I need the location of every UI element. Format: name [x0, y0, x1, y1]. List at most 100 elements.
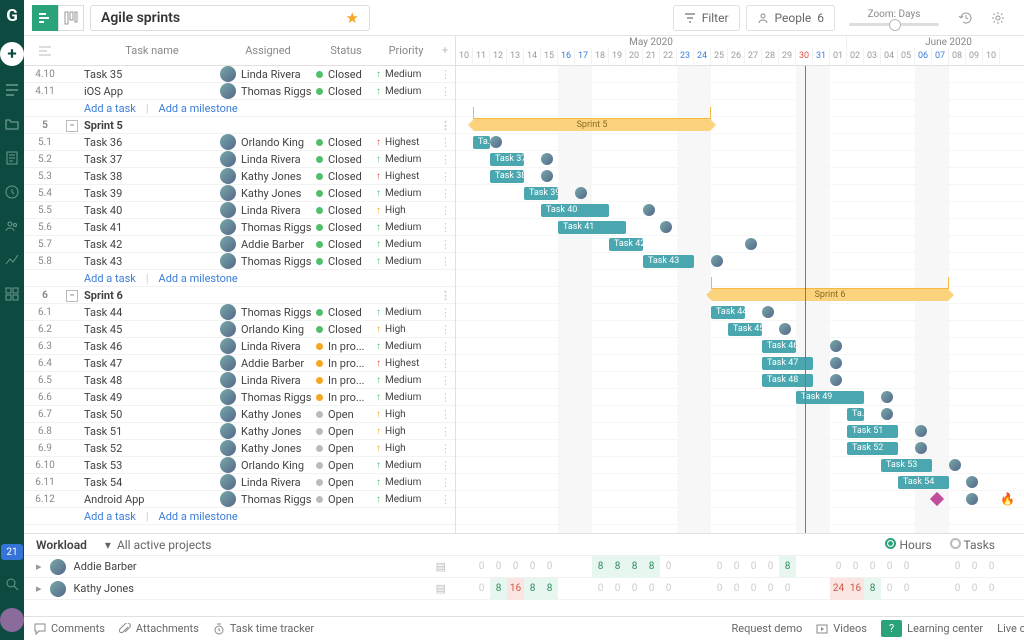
assignee-cell[interactable]: Thomas Riggs [220, 83, 316, 99]
row-menu-icon[interactable]: ⋮ [440, 476, 455, 489]
task-name[interactable]: Task 51 [84, 425, 220, 438]
task-row[interactable]: 4.10Task 35Linda RiveraClosed↑Medium⋮ [24, 66, 455, 83]
task-name[interactable]: Task 46 [84, 340, 220, 353]
row-menu-icon[interactable]: ⋮ [440, 68, 455, 81]
priority-cell[interactable]: ↑Medium [376, 341, 436, 352]
workload-cell[interactable]: 0 [473, 556, 490, 578]
task-name[interactable]: iOS App [84, 85, 220, 98]
day-header[interactable]: 07 [932, 48, 949, 65]
workload-cell[interactable]: 8 [609, 556, 626, 578]
workload-cell[interactable]: 0 [898, 556, 915, 578]
priority-cell[interactable]: ↑Medium [376, 86, 436, 97]
workload-cell[interactable] [813, 578, 830, 600]
status-cell[interactable]: Open [316, 493, 376, 506]
task-bar[interactable]: Task 54 [898, 476, 949, 489]
task-row[interactable]: 5.1Task 36Orlando KingClosed↑Highest⋮ [24, 134, 455, 151]
radio-hours[interactable]: Hours [885, 538, 931, 552]
row-menu-icon[interactable]: ⋮ [440, 493, 455, 506]
day-header[interactable]: 08 [949, 48, 966, 65]
task-bar[interactable]: Task 45 [728, 323, 762, 336]
day-header[interactable]: 22 [660, 48, 677, 65]
workload-cell[interactable] [932, 578, 949, 600]
row-menu-icon[interactable]: ⋮ [440, 425, 455, 438]
task-row[interactable]: 6.9Task 52Kathy JonesOpen↑High⋮ [24, 440, 455, 457]
star-icon[interactable]: ★ [346, 9, 359, 27]
time-tracker-tab[interactable]: Task time tracker [213, 622, 314, 635]
folder-icon[interactable] [2, 114, 22, 134]
workload-cell[interactable]: 0 [847, 556, 864, 578]
status-cell[interactable]: Open [316, 425, 376, 438]
workload-cell[interactable] [932, 556, 949, 578]
day-header[interactable]: 25 [711, 48, 728, 65]
sprint-bar[interactable]: Sprint 5 [473, 119, 711, 131]
indent-icon[interactable] [24, 38, 66, 64]
task-bar[interactable]: Task 46 [762, 340, 796, 353]
project-title-box[interactable]: Agile sprints ★ [90, 5, 370, 31]
workload-cell[interactable]: 16 [507, 578, 524, 600]
sprint-name[interactable]: Sprint 6 [84, 289, 220, 302]
status-cell[interactable]: Open [316, 442, 376, 455]
zoom-slider[interactable] [849, 23, 939, 26]
add-task-link[interactable]: Add a task [84, 272, 146, 285]
priority-cell[interactable]: ↑Medium [376, 154, 436, 165]
workload-cell[interactable]: 0 [949, 578, 966, 600]
row-menu-icon[interactable]: ⋮ [440, 187, 455, 200]
add-milestone-link[interactable]: Add a milestone [159, 272, 248, 285]
workload-cell[interactable]: 0 [949, 556, 966, 578]
task-row[interactable]: 6.1Task 44Thomas RiggsClosed↑Medium⋮ [24, 304, 455, 321]
workload-cell[interactable]: 24 [830, 578, 847, 600]
workload-cell[interactable]: 0 [609, 578, 626, 600]
day-header[interactable]: 27 [745, 48, 762, 65]
status-cell[interactable]: In pro... [316, 374, 376, 387]
workload-cell[interactable]: 0 [660, 556, 677, 578]
workload-cell[interactable] [456, 556, 473, 578]
assignee-cell[interactable]: Addie Barber [220, 355, 316, 371]
task-name[interactable]: Task 45 [84, 323, 220, 336]
assignee-cell[interactable]: Linda Rivera [220, 338, 316, 354]
day-header[interactable]: 13 [507, 48, 524, 65]
task-name[interactable]: Task 47 [84, 357, 220, 370]
task-row[interactable]: 6.4Task 47Addie BarberIn pro...↑Highest⋮ [24, 355, 455, 372]
sprint-bar[interactable]: Sprint 6 [711, 289, 949, 301]
doc-icon[interactable] [2, 148, 22, 168]
task-name[interactable]: Task 44 [84, 306, 220, 319]
task-row[interactable]: 5.5Task 40Linda RiveraClosed↑High⋮ [24, 202, 455, 219]
task-name[interactable]: Task 37 [84, 153, 220, 166]
task-name[interactable]: Task 49 [84, 391, 220, 404]
workload-cell[interactable]: 0 [983, 578, 1000, 600]
workload-cell[interactable] [813, 556, 830, 578]
task-name[interactable]: Task 40 [84, 204, 220, 217]
workload-cell[interactable] [456, 578, 473, 600]
row-menu-icon[interactable]: ⋮ [440, 204, 455, 217]
sprint-name[interactable]: Sprint 5 [84, 119, 220, 132]
task-bar[interactable]: Task 42 [609, 238, 643, 251]
priority-cell[interactable]: ↑Medium [376, 307, 436, 318]
radio-tasks[interactable]: Tasks [950, 538, 995, 552]
day-header[interactable]: 24 [694, 48, 711, 65]
request-demo-link[interactable]: Request demo [732, 622, 803, 635]
col-assigned-header[interactable]: Assigned [220, 44, 316, 57]
workload-cell[interactable] [558, 556, 575, 578]
workload-cell[interactable] [796, 556, 813, 578]
task-row[interactable]: 6.12Android AppThomas RiggsOpen↑Medium⋮ [24, 491, 455, 508]
workload-cell[interactable] [694, 578, 711, 600]
assignee-cell[interactable]: Orlando King [220, 457, 316, 473]
priority-cell[interactable]: ↑Medium [376, 188, 436, 199]
status-cell[interactable]: Closed [316, 170, 376, 183]
task-bar[interactable]: Task 49 [796, 391, 864, 404]
workload-cell[interactable]: 0 [728, 578, 745, 600]
priority-cell[interactable]: ↑High [376, 324, 436, 335]
status-cell[interactable]: Closed [316, 187, 376, 200]
workload-cell[interactable]: 0 [898, 578, 915, 600]
row-menu-icon[interactable]: ⋮ [440, 374, 455, 387]
row-menu-icon[interactable]: ⋮ [440, 136, 455, 149]
row-menu-icon[interactable]: ⋮ [440, 221, 455, 234]
workload-cell[interactable]: 0 [762, 578, 779, 600]
people-button[interactable]: People 6 [746, 5, 835, 31]
workload-cell[interactable]: 0 [881, 556, 898, 578]
assignee-cell[interactable]: Linda Rivera [220, 202, 316, 218]
priority-cell[interactable]: ↑Medium [376, 494, 436, 505]
task-name[interactable]: Task 50 [84, 408, 220, 421]
comments-tab[interactable]: Comments [34, 622, 105, 635]
priority-cell[interactable]: ↑Medium [376, 239, 436, 250]
